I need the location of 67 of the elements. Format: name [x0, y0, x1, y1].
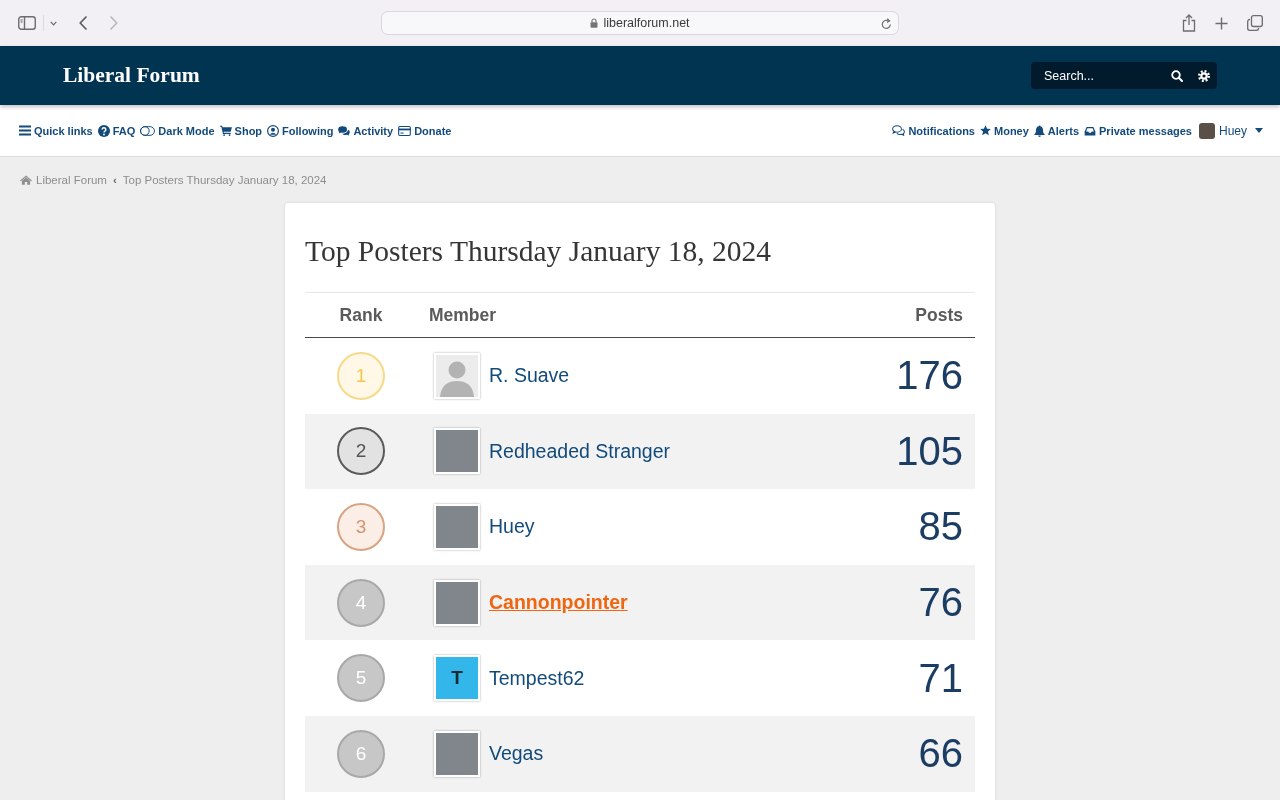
nav-link[interactable]: Private messages: [1084, 124, 1192, 137]
column-header[interactable]: Member: [429, 304, 497, 326]
chat-icon: [892, 125, 906, 136]
sidebar-icon[interactable]: [18, 16, 36, 30]
rank-badge: 2: [337, 427, 385, 476]
home-icon: [20, 175, 32, 185]
user-menu[interactable]: Huey: [1199, 122, 1263, 139]
letter-avatar[interactable]: T: [434, 655, 480, 702]
post-count: 105: [896, 428, 963, 474]
new-tab-icon[interactable]: [1215, 16, 1228, 30]
chat-icon: [338, 125, 351, 136]
photo-placeholder[interactable]: [434, 504, 480, 550]
reload-icon[interactable]: [881, 18, 892, 30]
menu-icon: [19, 125, 31, 136]
page-title: Top Posters Thursday January 18, 2024: [305, 234, 773, 269]
member-link[interactable]: Vegas: [489, 742, 544, 766]
nav-link[interactable]: FAQ: [97, 124, 136, 137]
post-count: 66: [918, 731, 963, 777]
nav-link[interactable]: Alerts: [1033, 124, 1080, 137]
nav-link[interactable]: Activity: [338, 124, 394, 137]
nav-link[interactable]: Notifications: [892, 124, 975, 137]
search-field[interactable]: Search...: [1031, 62, 1217, 89]
star-icon: [980, 125, 991, 136]
chevron-down-icon[interactable]: [50, 20, 57, 26]
column-header[interactable]: Rank: [339, 304, 383, 326]
nav-link[interactable]: Shop: [219, 124, 263, 137]
photo-placeholder[interactable]: [434, 579, 480, 626]
search-icon[interactable]: [1171, 70, 1183, 82]
breadcrumb-separator: ‹: [112, 174, 117, 186]
card-icon: [398, 125, 412, 136]
rank-badge: 6: [337, 729, 385, 778]
avatar-photo-placeholder: [1199, 122, 1215, 139]
nav-link[interactable]: Money: [980, 124, 1029, 137]
member-link[interactable]: Huey: [489, 515, 535, 539]
member-link[interactable]: R. Suave: [489, 364, 570, 388]
address-bar[interactable]: liberalforum.net: [381, 11, 899, 35]
tabs-icon[interactable]: [1247, 15, 1263, 31]
post-count: 176: [896, 353, 963, 399]
bell-icon: [1033, 124, 1045, 137]
post-count: 85: [918, 504, 963, 550]
nav-link[interactable]: Dark Mode: [140, 124, 215, 137]
url-text: liberalforum.net: [603, 16, 690, 30]
site-logo[interactable]: Liberal Forum: [63, 63, 200, 88]
back-icon[interactable]: [79, 16, 87, 30]
rank-badge: 4: [337, 578, 385, 627]
share-icon[interactable]: [1182, 14, 1196, 32]
nav-link[interactable]: Donate: [398, 124, 452, 137]
cart-icon: [219, 125, 232, 136]
settings-icon[interactable]: [1198, 70, 1210, 82]
photo-placeholder[interactable]: [434, 730, 480, 777]
user-icon: [267, 124, 280, 137]
rank-badge: 5: [337, 654, 385, 703]
rank-badge: 1: [337, 351, 385, 400]
photo-placeholder[interactable]: [434, 428, 480, 475]
post-count: 71: [918, 655, 963, 701]
inbox-icon: [1084, 125, 1097, 136]
rank-badge: 3: [337, 503, 385, 551]
toggle-icon: [140, 125, 156, 136]
lock-icon: [590, 18, 599, 28]
nav-link[interactable]: Quick links: [19, 124, 93, 137]
nav-link[interactable]: Following: [267, 124, 334, 137]
column-header[interactable]: Posts: [915, 304, 963, 326]
member-link[interactable]: Tempest62: [489, 666, 585, 690]
help-icon: [97, 124, 110, 137]
post-count: 76: [918, 580, 963, 626]
caret-icon: [1255, 128, 1263, 133]
member-link[interactable]: Redheaded Stranger: [489, 439, 671, 463]
